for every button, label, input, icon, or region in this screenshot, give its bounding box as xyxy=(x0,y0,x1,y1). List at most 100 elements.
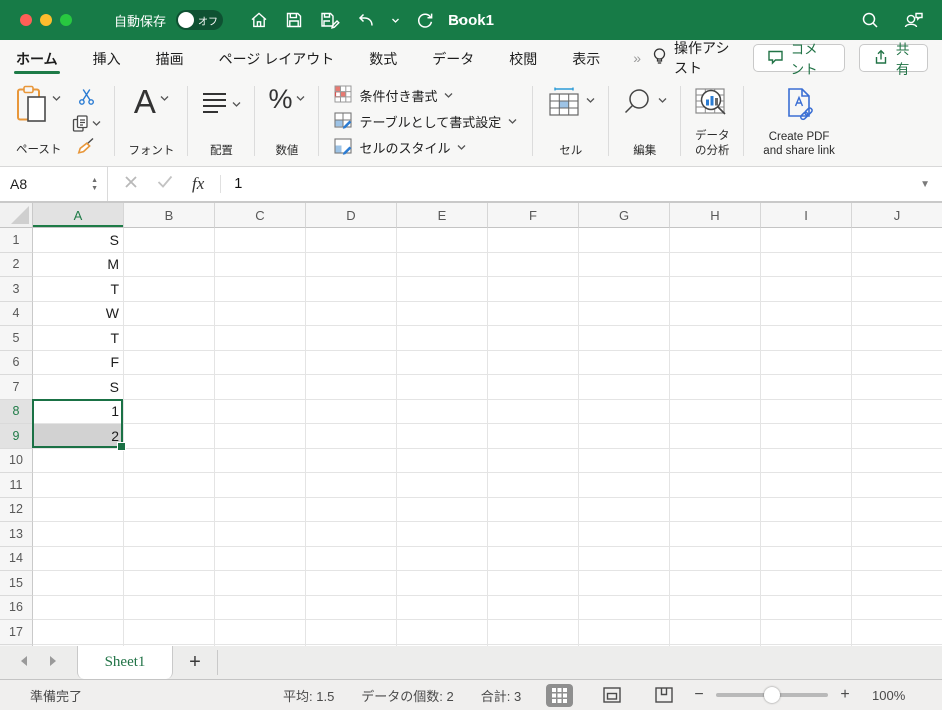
name-box-stepper[interactable]: ▲▼ xyxy=(91,177,98,192)
cell-I9[interactable] xyxy=(761,424,852,449)
row-header-8[interactable]: 8 xyxy=(0,400,33,425)
alignment-group[interactable]: 配置 xyxy=(191,76,251,166)
cells-group[interactable]: セル xyxy=(536,76,605,166)
sheet-nav-right-icon[interactable] xyxy=(47,654,59,672)
cell-E6[interactable] xyxy=(397,351,488,376)
cell-F8[interactable] xyxy=(488,400,579,425)
zoom-out-button[interactable]: − xyxy=(692,686,706,704)
cell-B15[interactable] xyxy=(124,571,215,596)
close-window-button[interactable] xyxy=(20,14,32,26)
more-commands-icon[interactable] xyxy=(450,10,470,30)
cell-B13[interactable] xyxy=(124,522,215,547)
cell-G10[interactable] xyxy=(579,449,670,474)
insert-function-icon[interactable]: fx xyxy=(192,174,204,194)
cell-I6[interactable] xyxy=(761,351,852,376)
cell-D1[interactable] xyxy=(306,228,397,253)
cell-E12[interactable] xyxy=(397,498,488,523)
tab-数式[interactable]: 数式 xyxy=(367,40,399,77)
cell-J6[interactable] xyxy=(852,351,942,376)
cell-H4[interactable] xyxy=(670,302,761,327)
cell-I12[interactable] xyxy=(761,498,852,523)
cell-G12[interactable] xyxy=(579,498,670,523)
cell-F11[interactable] xyxy=(488,473,579,498)
cell-G14[interactable] xyxy=(579,547,670,572)
row-header-16[interactable]: 16 xyxy=(0,596,33,621)
cell-G3[interactable] xyxy=(579,277,670,302)
conditional-formatting-button[interactable]: 条件付き書式 xyxy=(334,85,517,106)
row-header-13[interactable]: 13 xyxy=(0,522,33,547)
cell-B14[interactable] xyxy=(124,547,215,572)
cell-B7[interactable] xyxy=(124,375,215,400)
cell-G7[interactable] xyxy=(579,375,670,400)
comments-button[interactable]: コメント xyxy=(753,44,845,72)
format-painter-button[interactable] xyxy=(76,136,97,160)
cell-G11[interactable] xyxy=(579,473,670,498)
cell-D5[interactable] xyxy=(306,326,397,351)
cell-I7[interactable] xyxy=(761,375,852,400)
cell-F12[interactable] xyxy=(488,498,579,523)
cell-F16[interactable] xyxy=(488,596,579,621)
row-header-12[interactable]: 12 xyxy=(0,498,33,523)
cell-F2[interactable] xyxy=(488,253,579,278)
column-header-C[interactable]: C xyxy=(215,203,306,228)
cell-D18[interactable] xyxy=(306,645,397,647)
cell-H13[interactable] xyxy=(670,522,761,547)
cell-B3[interactable] xyxy=(124,277,215,302)
formula-input[interactable]: 1 xyxy=(234,176,920,192)
cell-F17[interactable] xyxy=(488,620,579,645)
cell-B1[interactable] xyxy=(124,228,215,253)
maximize-window-button[interactable] xyxy=(60,14,72,26)
cell-G16[interactable] xyxy=(579,596,670,621)
cell-E9[interactable] xyxy=(397,424,488,449)
cell-B2[interactable] xyxy=(124,253,215,278)
column-header-F[interactable]: F xyxy=(488,203,579,228)
tab-ページ レイアウト[interactable]: ページ レイアウト xyxy=(217,40,337,77)
cell-E16[interactable] xyxy=(397,596,488,621)
expand-formula-bar-icon[interactable]: ▼ xyxy=(920,179,930,190)
cell-B5[interactable] xyxy=(124,326,215,351)
tab-表示[interactable]: 表示 xyxy=(570,40,602,77)
cell-E14[interactable] xyxy=(397,547,488,572)
create-pdf-group[interactable]: Create PDFand share link xyxy=(747,76,847,166)
zoom-level[interactable]: 100% xyxy=(872,688,905,703)
tab-描画[interactable]: 描画 xyxy=(154,40,186,77)
cell-I2[interactable] xyxy=(761,253,852,278)
tell-me-assist[interactable]: 操作アシスト xyxy=(651,38,739,78)
cell-E17[interactable] xyxy=(397,620,488,645)
cell-H6[interactable] xyxy=(670,351,761,376)
row-header-5[interactable]: 5 xyxy=(0,326,33,351)
cell-D11[interactable] xyxy=(306,473,397,498)
page-break-view-button[interactable] xyxy=(650,684,677,707)
cell-F5[interactable] xyxy=(488,326,579,351)
cancel-entry-icon[interactable] xyxy=(124,175,138,194)
cell-I1[interactable] xyxy=(761,228,852,253)
tab-データ[interactable]: データ xyxy=(430,40,476,77)
tab-挿入[interactable]: 挿入 xyxy=(91,40,123,77)
cell-C9[interactable] xyxy=(215,424,306,449)
cell-A18[interactable] xyxy=(33,645,124,647)
column-header-H[interactable]: H xyxy=(670,203,761,228)
row-header-7[interactable]: 7 xyxy=(0,375,33,400)
row-header-11[interactable]: 11 xyxy=(0,473,33,498)
zoom-in-button[interactable]: + xyxy=(838,686,852,704)
cell-G4[interactable] xyxy=(579,302,670,327)
cell-H17[interactable] xyxy=(670,620,761,645)
cell-C10[interactable] xyxy=(215,449,306,474)
cell-I14[interactable] xyxy=(761,547,852,572)
cell-B4[interactable] xyxy=(124,302,215,327)
cell-I18[interactable] xyxy=(761,645,852,647)
editing-group[interactable]: 編集 xyxy=(612,76,677,166)
cell-A7[interactable]: S xyxy=(33,375,124,400)
cell-A6[interactable]: F xyxy=(33,351,124,376)
search-icon[interactable] xyxy=(860,10,880,30)
cell-D14[interactable] xyxy=(306,547,397,572)
cell-A9[interactable]: 2 xyxy=(33,424,124,449)
add-sheet-button[interactable]: + xyxy=(173,646,217,679)
cell-E18[interactable] xyxy=(397,645,488,647)
cell-J5[interactable] xyxy=(852,326,942,351)
cell-A17[interactable] xyxy=(33,620,124,645)
cell-G13[interactable] xyxy=(579,522,670,547)
home-icon[interactable] xyxy=(249,10,269,30)
cell-J2[interactable] xyxy=(852,253,942,278)
cell-F18[interactable] xyxy=(488,645,579,647)
